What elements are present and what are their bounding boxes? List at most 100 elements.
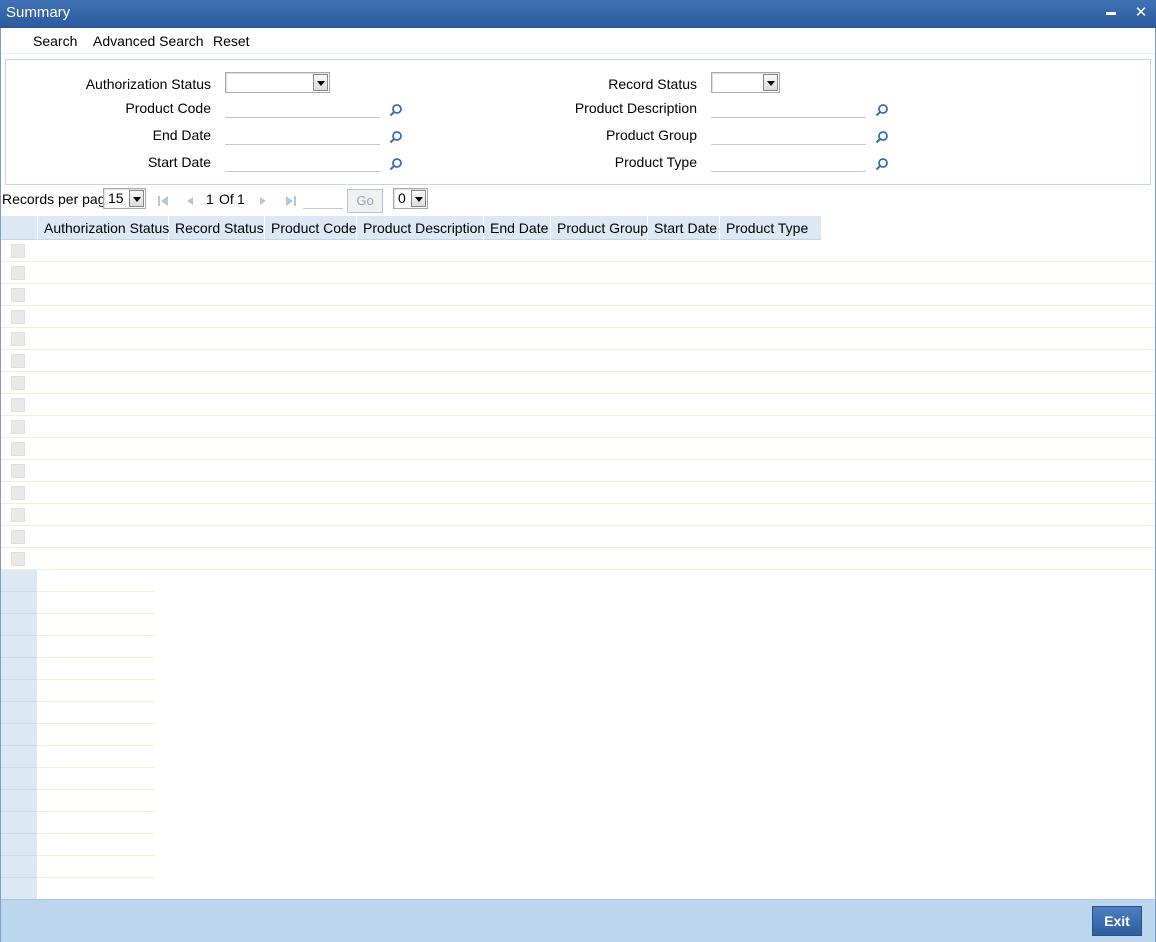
row-select-checkbox[interactable]: [11, 244, 25, 258]
toolbar: Search Advanced Search Reset: [0, 28, 1156, 54]
row-select-checkbox[interactable]: [11, 288, 25, 302]
row-select-checkbox[interactable]: [11, 552, 25, 566]
frozen-column-cell: [37, 658, 155, 680]
column-header-product-type[interactable]: Product Type: [720, 216, 822, 240]
table-row[interactable]: [0, 328, 1156, 350]
search-icon[interactable]: [389, 103, 403, 117]
product-group-label: Product Group: [605, 127, 697, 143]
table-row[interactable]: [0, 460, 1156, 482]
column-header-product-group[interactable]: Product Group: [551, 216, 648, 240]
row-select-checkbox[interactable]: [11, 420, 25, 434]
select-all-column-header[interactable]: [0, 216, 38, 240]
start-date-input[interactable]: [225, 152, 380, 172]
row-select-checkbox[interactable]: [11, 376, 25, 390]
table-row[interactable]: [0, 504, 1156, 526]
row-select-checkbox[interactable]: [11, 266, 25, 280]
search-icon[interactable]: [875, 103, 889, 117]
row-select-checkbox[interactable]: [11, 486, 25, 500]
product-description-label: Product Description: [574, 100, 697, 116]
start-date-label: Start Date: [147, 154, 211, 170]
close-icon[interactable]: ✕: [1130, 2, 1152, 24]
row-header-cell: [0, 636, 37, 658]
search-icon[interactable]: [389, 130, 403, 144]
column-header-end-date[interactable]: End Date: [484, 216, 551, 240]
records-per-page-label: Records per page: [2, 191, 114, 207]
row-header-cell: [0, 746, 37, 768]
go-button[interactable]: Go: [347, 189, 383, 213]
frozen-column-cell: [37, 592, 155, 614]
records-per-page-select[interactable]: 15: [103, 188, 146, 209]
column-header-product-description[interactable]: Product Description: [357, 216, 485, 240]
table-row[interactable]: [0, 372, 1156, 394]
reset-button[interactable]: Reset: [213, 33, 250, 49]
product-description-input[interactable]: [711, 98, 866, 118]
row-header-cell: [0, 834, 37, 856]
first-page-icon[interactable]: [156, 194, 170, 208]
row-header-cell: [0, 790, 37, 812]
row-select-checkbox[interactable]: [11, 530, 25, 544]
row-select-checkbox[interactable]: [11, 442, 25, 456]
row-header-cell: [0, 570, 37, 592]
goto-page-input[interactable]: [303, 189, 343, 209]
table-row[interactable]: [0, 394, 1156, 416]
next-page-icon[interactable]: [256, 194, 270, 208]
previous-page-icon[interactable]: [183, 194, 197, 208]
search-icon[interactable]: [389, 157, 403, 171]
table-row[interactable]: [0, 350, 1156, 372]
authorization-status-select[interactable]: [225, 72, 330, 93]
chevron-down-icon[interactable]: [129, 190, 144, 207]
current-page: 1: [206, 191, 214, 207]
record-status-select[interactable]: [711, 72, 780, 93]
row-header-cell: [0, 592, 37, 614]
product-type-input[interactable]: [711, 152, 866, 172]
minimize-icon[interactable]: ▬: [1100, 2, 1122, 24]
product-group-input[interactable]: [711, 125, 866, 145]
column-header-start-date[interactable]: Start Date: [648, 216, 720, 240]
table-row[interactable]: [0, 548, 1156, 570]
row-select-checkbox[interactable]: [11, 332, 25, 346]
product-code-input[interactable]: [225, 98, 380, 118]
window-left-border: [0, 28, 1, 942]
end-date-input[interactable]: [225, 125, 380, 145]
chevron-down-icon[interactable]: [763, 74, 778, 91]
frozen-column-cell: [37, 614, 155, 636]
table-row[interactable]: [0, 482, 1156, 504]
results-grid-body: [0, 240, 1156, 900]
row-header-cell: [0, 614, 37, 636]
frozen-column-cell: [37, 746, 155, 768]
column-header-record-status[interactable]: Record Status: [169, 216, 265, 240]
authorization-status-label: Authorization Status: [85, 76, 211, 92]
row-select-checkbox[interactable]: [11, 398, 25, 412]
table-row[interactable]: [0, 262, 1156, 284]
frozen-column-cell: [37, 812, 155, 834]
row-select-checkbox[interactable]: [11, 354, 25, 368]
exit-button[interactable]: Exit: [1092, 906, 1142, 936]
table-row[interactable]: [0, 438, 1156, 460]
table-row[interactable]: [0, 240, 1156, 262]
row-select-checkbox[interactable]: [11, 464, 25, 478]
table-row[interactable]: [0, 306, 1156, 328]
last-page-icon[interactable]: [284, 194, 298, 208]
row-select-checkbox[interactable]: [11, 508, 25, 522]
row-header-cell: [0, 812, 37, 834]
product-code-label: Product Code: [125, 100, 211, 116]
footer-bar: Exit: [0, 899, 1156, 942]
search-button[interactable]: Search: [33, 33, 77, 49]
chevron-down-icon[interactable]: [411, 190, 426, 207]
table-row[interactable]: [0, 526, 1156, 548]
column-header-authorization-status[interactable]: Authorization Status: [38, 216, 169, 240]
row-header-cell: [0, 856, 37, 878]
row-select-checkbox[interactable]: [11, 310, 25, 324]
table-row[interactable]: [0, 284, 1156, 306]
search-icon[interactable]: [875, 130, 889, 144]
table-row[interactable]: [0, 416, 1156, 438]
chevron-down-icon[interactable]: [313, 74, 328, 91]
lock-columns-select[interactable]: 0: [393, 188, 428, 209]
product-type-label: Product Type: [614, 154, 697, 170]
advanced-search-button[interactable]: Advanced Search: [93, 33, 204, 49]
pagination-bar: Records per page 15 1 Of 1 Go 0: [0, 186, 1156, 214]
window-title: Summary: [6, 4, 71, 21]
row-header-cell: [0, 878, 37, 900]
column-header-product-code[interactable]: Product Code: [265, 216, 357, 240]
search-icon[interactable]: [875, 157, 889, 171]
